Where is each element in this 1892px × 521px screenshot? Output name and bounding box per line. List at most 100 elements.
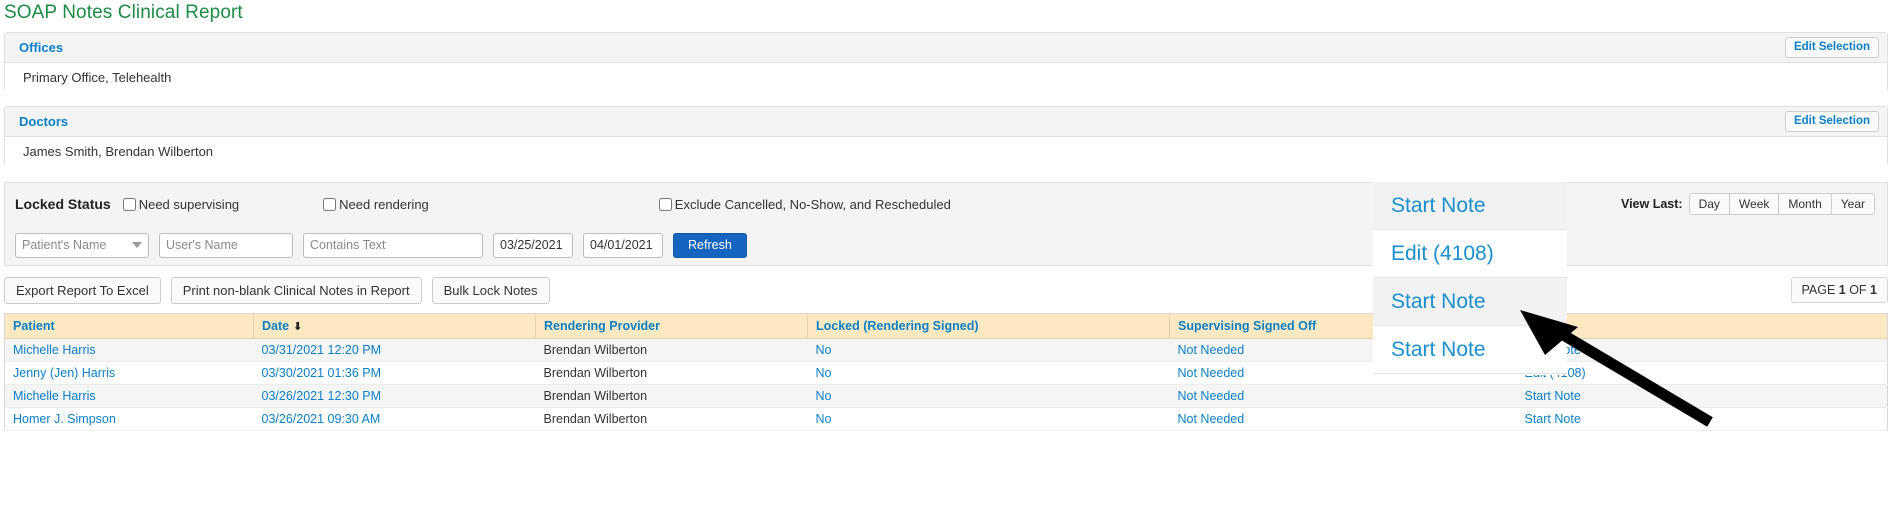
view-last-day-button[interactable]: Day bbox=[1688, 193, 1730, 215]
exclude-cancelled-checkbox-wrap[interactable]: Exclude Cancelled, No-Show, and Reschedu… bbox=[658, 196, 951, 212]
table-body: Michelle Harris 03/31/2021 12:20 PM Bren… bbox=[4, 338, 1888, 431]
need-rendering-checkbox[interactable] bbox=[323, 197, 337, 211]
page-indicator: PAGE 1 OF 1 bbox=[1790, 277, 1888, 303]
date-to-input[interactable] bbox=[583, 232, 663, 258]
column-header-actions bbox=[1516, 313, 1888, 339]
offices-edit-selection-button[interactable]: Edit Selection bbox=[1784, 37, 1879, 58]
doctors-value: James Smith, Brendan Wilberton bbox=[5, 137, 1887, 166]
locked-link[interactable]: No bbox=[816, 389, 832, 403]
date-link[interactable]: 03/31/2021 12:20 PM bbox=[262, 343, 382, 357]
cell-action: Edit (4108) bbox=[1516, 361, 1888, 385]
doctors-panel: Doctors Edit Selection James Smith, Bren… bbox=[4, 106, 1888, 166]
cell-locked: No bbox=[807, 407, 1170, 431]
cell-locked: No bbox=[807, 338, 1170, 362]
need-supervising-label: Need supervising bbox=[138, 196, 240, 212]
cell-date: 03/26/2021 12:30 PM bbox=[253, 384, 536, 408]
table-row: Homer J. Simpson 03/26/2021 09:30 AM Bre… bbox=[4, 407, 1888, 431]
cell-locked: No bbox=[807, 384, 1170, 408]
need-rendering-label: Need rendering bbox=[339, 196, 429, 212]
patient-link[interactable]: Michelle Harris bbox=[13, 343, 96, 357]
exclude-cancelled-label: Exclude Cancelled, No-Show, and Reschedu… bbox=[674, 196, 951, 212]
row-action-link[interactable]: Start Note bbox=[1525, 412, 1581, 426]
cell-rendering-provider: Brendan Wilberton bbox=[535, 407, 808, 431]
bulk-lock-notes-button[interactable]: Bulk Lock Notes bbox=[431, 276, 550, 304]
view-last-buttons: Day Week Month Year bbox=[1688, 193, 1875, 215]
column-header-date[interactable]: Date ⬇ bbox=[253, 313, 536, 339]
table-row: Michelle Harris 03/31/2021 12:20 PM Bren… bbox=[4, 338, 1888, 362]
report-page: SOAP Notes Clinical Report Offices Edit … bbox=[0, 0, 1892, 521]
magnified-action-link[interactable]: Start Note bbox=[1373, 182, 1567, 230]
column-header-patient[interactable]: Patient bbox=[4, 313, 254, 339]
sort-arrow-down-icon: ⬇ bbox=[293, 321, 303, 333]
action-buttons-row: Export Report To Excel Print non-blank C… bbox=[4, 275, 1888, 305]
cell-patient: Jenny (Jen) Harris bbox=[4, 361, 254, 385]
page-total: 1 bbox=[1870, 283, 1877, 297]
view-last-year-button[interactable]: Year bbox=[1830, 193, 1875, 215]
results-table: Patient Date ⬇ Rendering Provider Locked … bbox=[4, 313, 1888, 431]
date-link[interactable]: 03/26/2021 12:30 PM bbox=[262, 389, 382, 403]
view-last-month-button[interactable]: Month bbox=[1778, 193, 1832, 215]
cell-supervising: Not Needed bbox=[1169, 384, 1517, 408]
filter-inputs-row: Refresh bbox=[5, 225, 1887, 265]
column-header-rendering-provider[interactable]: Rendering Provider bbox=[535, 313, 808, 339]
column-header-date-label: Date bbox=[262, 319, 290, 333]
supervising-link[interactable]: Not Needed bbox=[1178, 412, 1245, 426]
cell-action: Start Note bbox=[1516, 384, 1888, 408]
date-link[interactable]: 03/26/2021 09:30 AM bbox=[262, 412, 381, 426]
cell-rendering-provider: Brendan Wilberton bbox=[535, 384, 808, 408]
offices-value: Primary Office, Telehealth bbox=[5, 63, 1887, 92]
cell-patient: Michelle Harris bbox=[4, 384, 254, 408]
magnified-action-link[interactable]: Start Note bbox=[1373, 326, 1567, 374]
locked-link[interactable]: No bbox=[816, 412, 832, 426]
offices-heading: Offices bbox=[19, 40, 64, 55]
export-report-to-excel-button[interactable]: Export Report To Excel bbox=[4, 276, 161, 304]
user-name-input[interactable] bbox=[159, 232, 293, 258]
exclude-cancelled-checkbox[interactable] bbox=[658, 197, 672, 211]
cell-action: Start Note bbox=[1516, 407, 1888, 431]
cell-supervising: Not Needed bbox=[1169, 407, 1517, 431]
locked-status-label: Locked Status bbox=[15, 196, 111, 212]
magnified-action-link[interactable]: Start Note bbox=[1373, 278, 1567, 326]
cell-date: 03/26/2021 09:30 AM bbox=[253, 407, 536, 431]
offices-panel-header: Offices Edit Selection bbox=[5, 33, 1887, 63]
print-clinical-notes-button[interactable]: Print non-blank Clinical Notes in Report bbox=[170, 276, 422, 304]
cell-patient: Homer J. Simpson bbox=[4, 407, 254, 431]
refresh-button[interactable]: Refresh bbox=[673, 232, 747, 258]
doctors-heading: Doctors bbox=[19, 114, 69, 129]
contains-text-input[interactable] bbox=[303, 232, 483, 258]
magnified-action-link[interactable]: Edit (4108) bbox=[1373, 230, 1567, 278]
need-supervising-checkbox-wrap[interactable]: Need supervising bbox=[122, 196, 240, 212]
page-prefix: PAGE bbox=[1801, 283, 1839, 297]
date-link[interactable]: 03/30/2021 01:36 PM bbox=[262, 366, 382, 380]
patient-link[interactable]: Michelle Harris bbox=[13, 389, 96, 403]
table-row: Jenny (Jen) Harris 03/30/2021 01:36 PM B… bbox=[4, 361, 1888, 385]
locked-link[interactable]: No bbox=[816, 366, 832, 380]
table-header-row: Patient Date ⬇ Rendering Provider Locked … bbox=[4, 313, 1888, 339]
cell-action: Start Note bbox=[1516, 338, 1888, 362]
magnifier-overlay: Start Note Edit (4108) Start Note Start … bbox=[1373, 182, 1567, 375]
doctors-edit-selection-button[interactable]: Edit Selection bbox=[1784, 111, 1879, 132]
need-rendering-checkbox-wrap[interactable]: Need rendering bbox=[323, 197, 429, 212]
page-title: SOAP Notes Clinical Report bbox=[4, 2, 243, 23]
cell-patient: Michelle Harris bbox=[4, 338, 254, 362]
patient-name-input[interactable] bbox=[15, 232, 149, 258]
table-row: Michelle Harris 03/26/2021 12:30 PM Bren… bbox=[4, 384, 1888, 408]
patient-name-select-wrap[interactable] bbox=[15, 232, 149, 258]
supervising-link[interactable]: Not Needed bbox=[1178, 343, 1245, 357]
row-action-link[interactable]: Start Note bbox=[1525, 389, 1581, 403]
supervising-link[interactable]: Not Needed bbox=[1178, 366, 1245, 380]
view-last-group: View Last: Day Week Month Year bbox=[1621, 193, 1875, 215]
patient-link[interactable]: Homer J. Simpson bbox=[13, 412, 116, 426]
need-supervising-checkbox[interactable] bbox=[122, 197, 136, 211]
offices-panel: Offices Edit Selection Primary Office, T… bbox=[4, 32, 1888, 92]
cell-rendering-provider: Brendan Wilberton bbox=[535, 338, 808, 362]
column-header-locked[interactable]: Locked (Rendering Signed) bbox=[807, 313, 1170, 339]
supervising-link[interactable]: Not Needed bbox=[1178, 389, 1245, 403]
locked-link[interactable]: No bbox=[816, 343, 832, 357]
patient-link[interactable]: Jenny (Jen) Harris bbox=[13, 366, 115, 380]
cell-date: 03/31/2021 12:20 PM bbox=[253, 338, 536, 362]
page-current: 1 bbox=[1838, 283, 1846, 297]
date-from-input[interactable] bbox=[493, 232, 573, 258]
cell-date: 03/30/2021 01:36 PM bbox=[253, 361, 536, 385]
view-last-week-button[interactable]: Week bbox=[1728, 193, 1780, 215]
